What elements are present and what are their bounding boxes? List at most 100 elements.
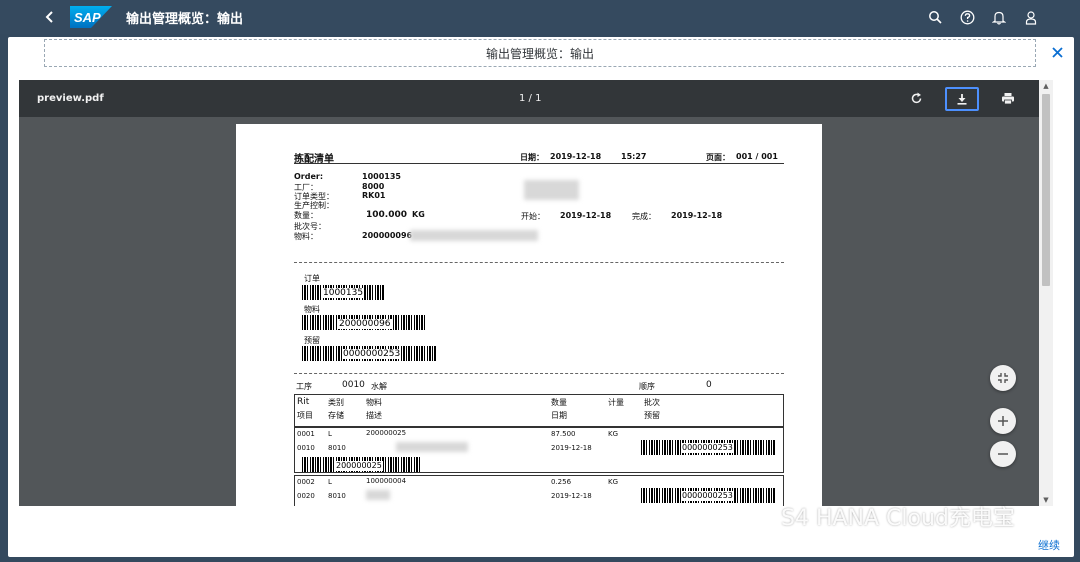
help-button[interactable]: [958, 8, 976, 26]
download-button[interactable]: [945, 86, 979, 111]
back-button[interactable]: [38, 5, 62, 29]
row-operation: 0010: [297, 444, 315, 452]
order-type-value: RK01: [362, 191, 386, 200]
search-icon: [929, 11, 942, 24]
start-label: 开始：: [521, 212, 545, 221]
row-storage: 8010: [328, 444, 346, 452]
barcode-material-label: 物料: [304, 305, 320, 314]
scroll-down-icon[interactable]: ▼: [1042, 496, 1050, 504]
finish-label: 完成：: [632, 212, 656, 221]
finish-value: 2019-12-18: [671, 211, 723, 220]
col-item: 项目: [297, 411, 313, 420]
row-material: 100000004: [366, 477, 407, 485]
watermark-text: S4 HANA Cloud充电宝: [781, 506, 1015, 531]
start-value: 2019-12-18: [560, 211, 612, 220]
qty-unit: KG: [412, 210, 425, 219]
scroll-up-icon[interactable]: ▲: [1042, 82, 1050, 90]
reservation-barcode-text: 0000000253: [342, 349, 402, 359]
row-reservation-barcode-text: 0000000253: [681, 443, 734, 453]
operation-desc: 水解: [371, 382, 387, 391]
back-icon: [45, 11, 53, 23]
zoom-in-button[interactable]: [990, 408, 1016, 434]
notifications-button[interactable]: [990, 8, 1008, 26]
user-icon: [1025, 10, 1037, 25]
pdf-toolbar: preview.pdf 1 / 1: [19, 80, 1053, 117]
row-item: 0001: [297, 430, 315, 438]
date-value: 2019-12-18: [550, 152, 602, 161]
rotate-button[interactable]: [899, 87, 933, 111]
row-reservation-barcode-text: 0000000253: [681, 491, 734, 501]
bell-icon: [992, 11, 1006, 25]
pdf-filename: preview.pdf: [37, 93, 104, 104]
row-quantity: 87.500: [551, 430, 576, 438]
redacted-area: [366, 490, 390, 500]
section-divider: [294, 373, 784, 374]
col-batch: 批次: [644, 398, 660, 407]
scrollbar-thumb[interactable]: [1042, 94, 1050, 286]
col-reservation: 预留: [644, 411, 660, 420]
dialog-title: 输出管理概览：输出: [44, 39, 1036, 67]
shell-bar: SAP 输出管理概览：输出: [0, 0, 1080, 34]
barcode-reservation-label: 预留: [304, 336, 320, 345]
close-button[interactable]: [1048, 43, 1066, 61]
zoom-out-button[interactable]: [990, 441, 1016, 467]
fit-page-button[interactable]: [990, 365, 1016, 391]
page-value: 001 / 001: [736, 152, 778, 161]
row-quantity: 0.256: [551, 478, 572, 486]
row-date: 2019-12-18: [551, 492, 592, 500]
barcode-order-label: 订单: [304, 274, 320, 283]
help-icon: [960, 10, 974, 24]
sap-logo-text: SAP: [74, 10, 101, 25]
app-title: 输出管理概览：输出: [126, 11, 244, 27]
order-barcode-text: 1000135: [322, 288, 365, 298]
rotate-icon: [911, 92, 921, 104]
fit-page-icon: [998, 373, 1008, 383]
close-icon: [1051, 46, 1063, 58]
redacted-area: [524, 180, 579, 200]
redacted-area: [410, 230, 538, 241]
col-date: 日期: [551, 411, 567, 420]
row-unit: KG: [608, 478, 619, 486]
operation-label: 工序: [296, 382, 312, 391]
row-operation: 0020: [297, 492, 315, 500]
operation-value: 0010: [342, 380, 365, 390]
row-material: 200000025: [366, 429, 407, 437]
material-barcode-text: 200000096: [338, 319, 392, 329]
qty-value: 100.000: [366, 210, 407, 220]
order-value: 1000135: [362, 172, 401, 181]
user-button[interactable]: [1022, 8, 1040, 26]
col-category: 类别: [328, 398, 344, 407]
row-date: 2019-12-18: [551, 444, 592, 452]
wechat-icon: [737, 503, 772, 528]
page-label: 页面：: [706, 153, 730, 162]
plus-icon: [998, 416, 1008, 426]
output-dialog: 输出管理概览：输出 preview.pdf 1 / 1 拣配清单 日期： 201…: [8, 37, 1074, 557]
pdf-viewer[interactable]: preview.pdf 1 / 1 拣配清单 日期： 2019-12-18 15…: [19, 80, 1053, 506]
continue-button[interactable]: 继续: [1038, 537, 1060, 553]
date-label: 日期：: [520, 153, 544, 162]
pdf-page: 拣配清单 日期： 2019-12-18 15:27 页面： 001 / 001 …: [236, 124, 822, 506]
row-item: 0002: [297, 478, 315, 486]
row-category: L: [328, 430, 332, 438]
sap-logo[interactable]: SAP: [70, 6, 112, 28]
sequence-value: 0: [706, 380, 712, 390]
section-divider: [294, 262, 784, 263]
row-category: L: [328, 478, 332, 486]
order-label: Order:: [294, 172, 324, 181]
row-material-barcode-text: 200000025: [335, 461, 383, 471]
plant-value: 8000: [362, 182, 385, 191]
print-button[interactable]: [991, 87, 1025, 111]
col-unit: 计量: [608, 398, 624, 407]
viewer-scrollbar[interactable]: ▲ ▼: [1039, 80, 1053, 506]
redacted-area: [396, 442, 468, 452]
row-unit: KG: [608, 430, 619, 438]
col-rit: Rit: [297, 397, 310, 407]
sequence-label: 顺序: [639, 382, 655, 391]
col-material: 物料: [366, 398, 382, 407]
col-storage: 存储: [328, 411, 344, 420]
search-button[interactable]: [926, 8, 944, 26]
download-icon: [957, 93, 967, 105]
time-value: 15:27: [621, 152, 647, 161]
page-indicator: 1 / 1: [519, 93, 542, 104]
watermark: S4 HANA Cloud充电宝: [735, 500, 1015, 532]
